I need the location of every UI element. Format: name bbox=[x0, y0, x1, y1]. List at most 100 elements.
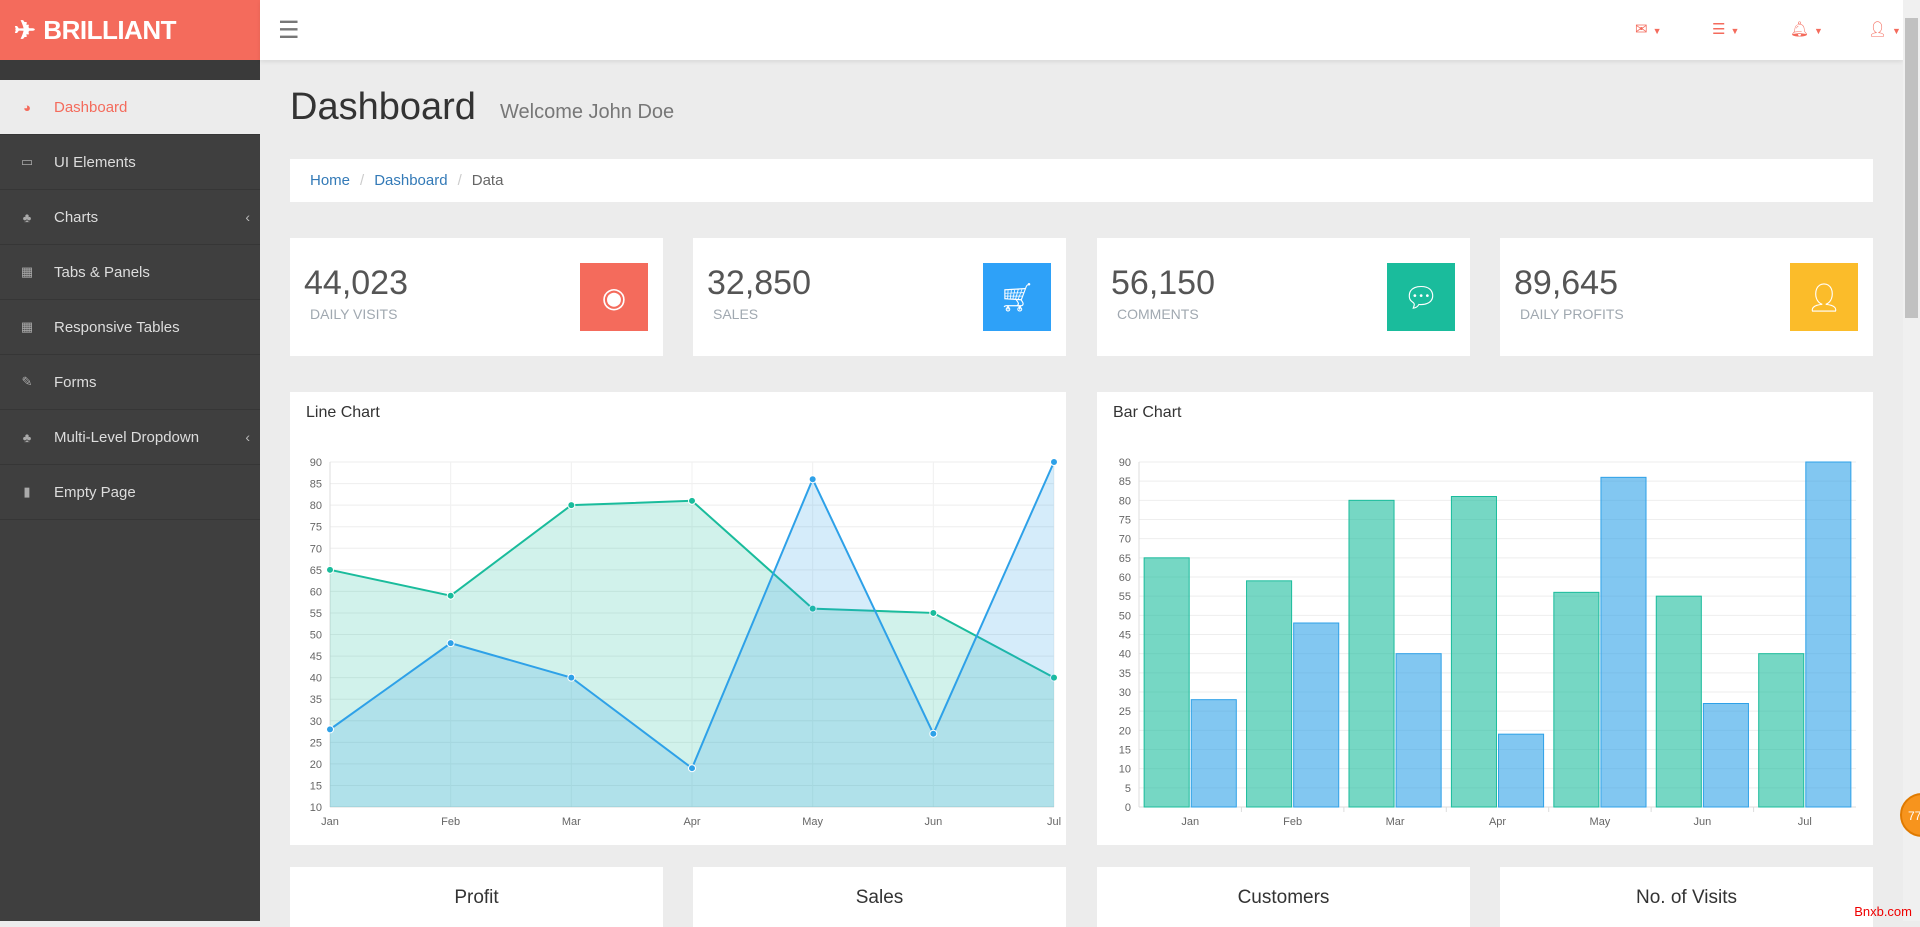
x-tick-label: Mar bbox=[562, 816, 581, 828]
y-tick-label: 20 bbox=[310, 759, 322, 771]
stat-value: 44,023 bbox=[304, 264, 408, 302]
bar-feb-series-0 bbox=[1246, 580, 1293, 808]
user-icon: 👤︎ bbox=[1790, 263, 1858, 331]
y-tick-label: 15 bbox=[1119, 745, 1131, 757]
x-tick-label: Jul bbox=[1798, 816, 1812, 828]
y-tick-label: 70 bbox=[310, 543, 322, 555]
stat-label: DAILY PROFITS bbox=[1520, 306, 1624, 322]
chevron-left-icon: ‹ bbox=[245, 209, 250, 225]
brand-logo[interactable]: ✈ BRILLIANT bbox=[0, 0, 260, 60]
y-tick-label: 65 bbox=[310, 565, 322, 577]
envelope-icon[interactable]: ✉ ▼ bbox=[1635, 20, 1662, 38]
data-point bbox=[808, 475, 817, 484]
breadcrumb-home[interactable]: Home bbox=[310, 172, 350, 189]
x-tick-label: Feb bbox=[1283, 816, 1302, 828]
chevron-left-icon: ‹ bbox=[245, 429, 250, 445]
bar-mar-series-0 bbox=[1348, 499, 1395, 808]
bar-jan-series-0 bbox=[1143, 557, 1190, 808]
y-tick-label: 35 bbox=[310, 694, 322, 706]
sidebar-item-ui-elements[interactable]: ▭ UI Elements bbox=[0, 135, 260, 190]
watermark: Bnxb.com bbox=[1854, 904, 1912, 919]
data-point bbox=[567, 501, 576, 510]
y-tick-label: 80 bbox=[310, 500, 322, 512]
y-tick-label: 25 bbox=[1119, 706, 1131, 718]
data-point bbox=[326, 725, 334, 734]
y-tick-label: 75 bbox=[310, 522, 322, 534]
y-tick-label: 45 bbox=[1119, 630, 1131, 642]
plane-icon: ✈ bbox=[14, 14, 36, 45]
sidebar-item-label: Multi-Level Dropdown bbox=[54, 428, 200, 446]
y-tick-label: 10 bbox=[1119, 764, 1131, 776]
stat-label: SALES bbox=[713, 306, 759, 322]
sales-card: Sales bbox=[693, 867, 1066, 927]
breadcrumb-dashboard[interactable]: Dashboard bbox=[374, 172, 447, 189]
sidebar-item-charts[interactable]: ♣ Charts ‹ bbox=[0, 190, 260, 245]
data-point bbox=[1050, 458, 1058, 466]
qrcode-icon: ▦ bbox=[20, 264, 34, 279]
x-tick-label: Feb bbox=[441, 816, 460, 828]
y-tick-label: 20 bbox=[1119, 725, 1131, 737]
y-tick-label: 50 bbox=[310, 630, 322, 642]
bar-jul-series-0 bbox=[1758, 653, 1805, 808]
y-tick-label: 85 bbox=[1119, 476, 1131, 488]
y-tick-label: 90 bbox=[310, 457, 322, 469]
sidebar-item-label: UI Elements bbox=[54, 153, 136, 171]
sidebar-item-empty-page[interactable]: ▮ Empty Page bbox=[0, 465, 260, 520]
dashboard-icon: ◕ bbox=[23, 99, 31, 115]
sidebar-item-multi-level-dropdown[interactable]: ♣ Multi-Level Dropdown ‹ bbox=[0, 410, 260, 465]
y-tick-label: 40 bbox=[1119, 649, 1131, 661]
y-tick-label: 5 bbox=[1125, 783, 1131, 795]
topbar: ☰ ✉ ▼ ☰ ▼ 🔔︎ ▼ 👤︎ ▼ bbox=[260, 0, 1903, 60]
scrollbar[interactable] bbox=[1903, 0, 1920, 921]
sidebar-item-label: Dashboard bbox=[54, 98, 128, 116]
data-point bbox=[929, 729, 938, 738]
y-tick-label: 65 bbox=[1119, 553, 1131, 565]
customers-card: Customers bbox=[1097, 867, 1470, 927]
line-chart: 10 15 20 25 30 35 40 45 50 55 60 65 70 75 80 85 90 Jan Feb… bbox=[310, 457, 1061, 828]
sidebar-item-forms[interactable]: ✎ Forms bbox=[0, 355, 260, 410]
sidebar-item-tabs-panels[interactable]: ▦ Tabs & Panels bbox=[0, 245, 260, 300]
y-tick-label: 60 bbox=[1119, 572, 1131, 584]
desktop-icon: ▭ bbox=[20, 154, 34, 169]
sidebar-item-responsive-tables[interactable]: ▦ Responsive Tables bbox=[0, 300, 260, 355]
page-title: Dashboard bbox=[290, 86, 476, 128]
sidebar-strip bbox=[0, 60, 260, 80]
bar-feb-series-1 bbox=[1293, 622, 1340, 808]
x-tick-label: Jun bbox=[924, 816, 942, 828]
sidebar-item-label: Tabs & Panels bbox=[54, 263, 150, 281]
x-tick-label: May bbox=[802, 816, 823, 828]
y-tick-label: 0 bbox=[1125, 802, 1131, 814]
y-tick-label: 15 bbox=[310, 780, 322, 792]
bar-chart: 0 5 10 15 20 25 30 35 40 45 50 55 60 65 70 75 80 85 90 Jan F… bbox=[1119, 457, 1856, 828]
sidebar-item-dashboard[interactable]: ◕ Dashboard bbox=[0, 80, 260, 135]
x-tick-label: Jan bbox=[1181, 816, 1199, 828]
sidebar-item-label: Empty Page bbox=[54, 483, 136, 501]
bar-may-series-0 bbox=[1553, 591, 1600, 808]
data-point bbox=[567, 673, 576, 682]
y-tick-label: 85 bbox=[310, 479, 322, 491]
user-icon[interactable]: 👤︎ ▼ bbox=[1868, 20, 1901, 38]
bell-icon[interactable]: 🔔︎ ▼ bbox=[1790, 20, 1823, 38]
y-tick-label: 75 bbox=[1119, 515, 1131, 527]
stat-value: 32,850 bbox=[707, 264, 811, 302]
sidebar-item-label: Charts bbox=[54, 208, 99, 226]
sidebar-item-label: Forms bbox=[54, 373, 97, 391]
bar-apr-series-1 bbox=[1498, 733, 1545, 808]
shopping-cart-icon: 🛒︎ bbox=[983, 263, 1051, 331]
line-chart-panel: Line Chart 10 15 20 25 30 35 40 45 50 55 60 65 70 75 8… bbox=[290, 392, 1066, 845]
x-tick-label: Jun bbox=[1693, 816, 1711, 828]
stat-label: DAILY VISITS bbox=[310, 306, 398, 322]
data-point bbox=[688, 496, 696, 505]
data-point bbox=[929, 608, 938, 617]
edit-icon: ✎ bbox=[21, 374, 33, 389]
scrollbar-thumb[interactable] bbox=[1905, 18, 1918, 318]
breadcrumb-current: Data bbox=[471, 172, 504, 189]
data-point bbox=[326, 565, 334, 574]
bar-mar-series-1 bbox=[1395, 653, 1442, 808]
y-tick-label: 90 bbox=[1119, 457, 1131, 469]
y-tick-label: 40 bbox=[310, 673, 322, 685]
y-tick-label: 80 bbox=[1119, 495, 1131, 507]
tasks-icon[interactable]: ☰ ▼ bbox=[1712, 20, 1739, 38]
menu-toggle-icon[interactable]: ☰ bbox=[278, 16, 300, 45]
bar-jun-series-0 bbox=[1655, 595, 1702, 808]
